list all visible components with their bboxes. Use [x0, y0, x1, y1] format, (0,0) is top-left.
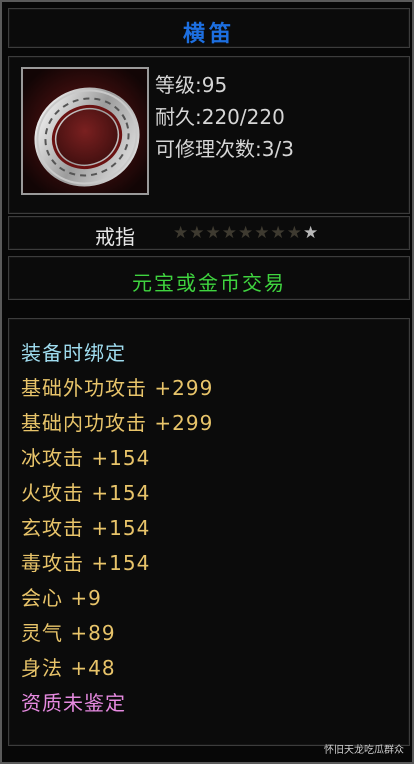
item-tooltip: 横笛 等级:95 耐久:220/220 可修理次数:3/3 戒指 ★★★★★★★… — [0, 0, 414, 764]
repair-count-text: 可修理次数:3/3 — [155, 137, 294, 161]
item-type: 戒指 — [95, 225, 135, 249]
bind-status: 装备时绑定 — [21, 341, 126, 365]
watermark: 怀旧天龙吃瓜群众 — [324, 745, 404, 756]
star-icon: ★ — [303, 223, 320, 243]
title-bar: 横笛 — [8, 8, 410, 48]
ring-icon — [21, 67, 149, 195]
attribute-line: 基础外功攻击 +299 — [21, 376, 214, 400]
star-icon: ★ — [270, 223, 287, 243]
attribute-line: 冰攻击 +154 — [21, 446, 151, 470]
attribute-line: 基础内功攻击 +299 — [21, 411, 214, 435]
star-icon: ★ — [173, 223, 190, 243]
star-icon: ★ — [238, 223, 255, 243]
star-icon: ★ — [254, 223, 271, 243]
attribute-line: 身法 +48 — [21, 656, 116, 680]
attributes-panel: 装备时绑定 基础外功攻击 +299 基础内功攻击 +299 冰攻击 +154 火… — [8, 318, 410, 746]
durability-text: 耐久:220/220 — [155, 105, 285, 129]
item-info-panel: 等级:95 耐久:220/220 可修理次数:3/3 — [8, 56, 410, 214]
attribute-line: 会心 +9 — [21, 586, 102, 610]
star-icon: ★ — [286, 223, 303, 243]
item-name: 横笛 — [182, 22, 235, 47]
attribute-line: 灵气 +89 — [21, 621, 116, 645]
trade-type: 元宝或金币交易 — [132, 271, 286, 295]
star-rating: ★★★★★★★★★ — [173, 223, 319, 243]
item-type-row: 戒指 ★★★★★★★★★ — [8, 216, 410, 250]
attribute-line: 火攻击 +154 — [21, 481, 151, 505]
star-icon: ★ — [205, 223, 222, 243]
aptitude-status: 资质未鉴定 — [21, 691, 126, 715]
star-icon: ★ — [189, 223, 206, 243]
level-text: 等级:95 — [155, 73, 228, 97]
attribute-line: 毒攻击 +154 — [21, 551, 151, 575]
attribute-line: 玄攻击 +154 — [21, 516, 151, 540]
trade-panel: 元宝或金币交易 — [8, 256, 410, 300]
star-icon: ★ — [221, 223, 238, 243]
